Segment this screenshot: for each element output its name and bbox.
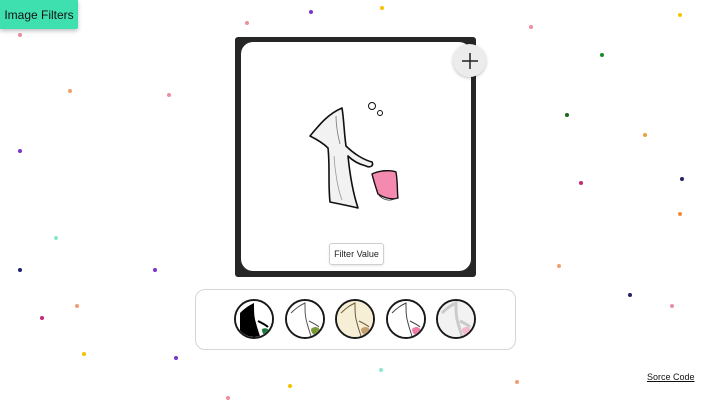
filter-preview-original [388, 301, 424, 337]
filter-value-button[interactable]: Filter Value [329, 243, 384, 265]
filter-thumb-original[interactable] [386, 299, 426, 339]
filter-preview-blur [438, 301, 474, 337]
filter-thumb-high-contrast[interactable] [234, 299, 274, 339]
filter-thumb-olive[interactable] [285, 299, 325, 339]
add-image-button[interactable] [453, 44, 486, 77]
plus-icon [461, 52, 478, 69]
filter-preview-sepia [337, 301, 373, 337]
filter-value-label: Filter Value [334, 249, 379, 259]
source-code-link[interactable]: Sorce Code [647, 372, 695, 382]
ghost-illustration [309, 102, 399, 209]
app-title-badge: Image Filters [0, 0, 78, 29]
filter-thumb-sepia[interactable] [335, 299, 375, 339]
filter-preview-olive [287, 301, 323, 337]
filter-preview-high-contrast [236, 301, 272, 337]
app-title: Image Filters [4, 7, 74, 22]
filter-thumb-blur[interactable] [436, 299, 476, 339]
